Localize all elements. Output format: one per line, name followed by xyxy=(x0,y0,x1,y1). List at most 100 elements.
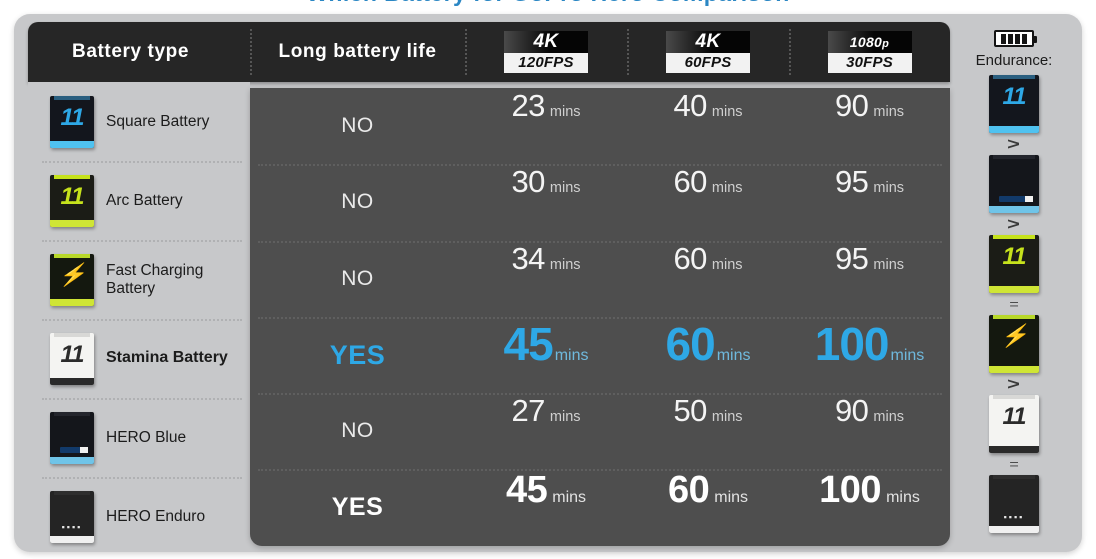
unit-label: mins xyxy=(552,489,587,507)
unit-label: mins xyxy=(711,409,743,426)
cell-1080p30: 100 mins xyxy=(789,317,950,393)
sidebar-label-fast-charging-battery: Fast Charging Battery xyxy=(106,261,204,297)
cell-long-life: NO xyxy=(250,241,465,317)
battery-square-blue-icon: 11 xyxy=(50,95,94,148)
cell-1080p30: 90 mins xyxy=(789,88,950,164)
table-row-highlighted: YES 45 mins 60 mins 100 mins xyxy=(250,316,950,393)
battery-full-icon xyxy=(994,30,1037,47)
unit-label: mins xyxy=(554,346,589,364)
header-label-long-battery-life: Long battery life xyxy=(278,41,437,62)
unit-label: mins xyxy=(549,256,581,273)
battery-glyph: 11 xyxy=(60,103,85,131)
header-cell-battery-type: Battery type xyxy=(28,22,250,82)
sidebar-item-fast-charging-battery[interactable]: ⚡ Fast Charging Battery xyxy=(28,240,250,319)
value-1080p30: 90 xyxy=(834,88,869,123)
battery-square-blue-icon: 11 xyxy=(989,75,1039,133)
value-long-life: NO xyxy=(341,190,374,214)
unit-label: mins xyxy=(711,180,743,197)
endurance-separator: = xyxy=(1009,294,1019,314)
unit-label: mins xyxy=(873,180,905,197)
cell-long-life: NO xyxy=(250,88,465,164)
value-1080p30: 100 xyxy=(814,317,890,370)
sidebar-item-hero-enduro[interactable]: ▪▪▪▪ HERO Enduro xyxy=(28,477,250,556)
cell-4k120: 45 mins xyxy=(465,317,627,393)
sidebar-label-hero-enduro: HERO Enduro xyxy=(106,507,206,525)
header-cell-long-battery-life: Long battery life xyxy=(250,22,465,82)
sidebar-label-hero-blue: HERO Blue xyxy=(106,428,187,446)
cell-long-life: YES xyxy=(250,469,465,545)
unit-label: mins xyxy=(549,409,581,426)
table-row: NO 27 mins 50 mins 90 mins xyxy=(250,393,950,469)
value-4k120: 30 xyxy=(511,164,545,200)
badge-1080p-30fps: 1080p 30FPS xyxy=(827,31,912,73)
cell-4k60: 60 mins xyxy=(627,469,789,545)
page-title: Which Battery for GoPro Hero Comparison xyxy=(0,0,1096,6)
endurance-separator: ∧ xyxy=(1003,137,1025,151)
value-1080p30: 100 xyxy=(819,469,882,512)
battery-fast-charging-green-icon: ⚡ xyxy=(50,253,94,306)
header-cell-1080p-30fps: 1080p 30FPS xyxy=(789,22,950,82)
battery-glyph: 11 xyxy=(1002,403,1027,430)
battery-hero-enduro-icon: ▪▪▪▪ xyxy=(50,490,94,543)
battery-stamina-white-icon: 11 xyxy=(50,332,94,385)
cell-4k120: 23 mins xyxy=(465,88,627,164)
unit-label: mins xyxy=(716,346,751,364)
sidebar-item-square-battery[interactable]: 11 Square Battery xyxy=(28,82,250,161)
sidebar-label-square-battery: Square Battery xyxy=(106,112,210,130)
battery-hero-enduro-icon: ▪▪▪▪ xyxy=(989,475,1039,533)
unit-label: mins xyxy=(711,256,743,273)
battery-hero-blue-icon xyxy=(989,155,1039,213)
value-long-life: YES xyxy=(331,493,384,522)
value-long-life: YES xyxy=(329,339,386,370)
table-row: NO 34 mins 60 mins 95 mins xyxy=(250,240,950,317)
badge-4k-60fps: 4K 60FPS xyxy=(666,31,750,73)
cell-1080p30: 95 mins xyxy=(789,241,950,317)
header-label-battery-type: Battery type xyxy=(72,41,190,62)
battery-glyph: 11 xyxy=(60,340,85,368)
table-header: Battery type Long battery life 4K 120FPS… xyxy=(28,22,950,82)
table-row: NO 30 mins 60 mins 95 mins xyxy=(250,164,950,240)
badge-fps-60: 60FPS xyxy=(666,53,750,73)
sidebar-item-arc-battery[interactable]: 11 Arc Battery xyxy=(28,161,250,240)
cell-long-life: NO xyxy=(250,393,465,469)
endurance-stack: 11 ∧ ∧ 11 = ⚡ ∧ 11 = ▪▪▪▪ xyxy=(989,75,1039,533)
badge-resolution-4k-60: 4K xyxy=(666,31,750,53)
endurance-ranking-column: Endurance: 11 ∧ ∧ 11 = ⚡ ∧ 11 = ▪▪▪▪ xyxy=(958,22,1070,546)
value-4k60: 60 xyxy=(665,317,716,370)
badge-resolution-1080p: 1080p xyxy=(827,31,912,53)
sidebar-item-hero-blue[interactable]: HERO Blue xyxy=(28,398,250,477)
sidebar-item-stamina-battery[interactable]: 11 Stamina Battery xyxy=(28,319,250,398)
table-row-bold: YES 45 mins 60 mins 100 mins xyxy=(250,469,950,545)
value-long-life: NO xyxy=(341,419,374,443)
badge-resolution-4k-120: 4K xyxy=(504,31,588,53)
cell-4k120: 30 mins xyxy=(465,164,627,240)
header-cell-4k-120fps: 4K 120FPS xyxy=(465,22,627,82)
sidebar-label-arc-battery: Arc Battery xyxy=(106,191,183,209)
unit-label: mins xyxy=(890,346,925,364)
comparison-infographic: Which Battery for GoPro Hero Comparison … xyxy=(0,0,1096,559)
unit-label: mins xyxy=(549,104,581,120)
battery-glyph: ⚡ xyxy=(58,261,86,287)
unit-label: mins xyxy=(711,104,743,120)
header-cell-4k-60fps: 4K 60FPS xyxy=(627,22,789,82)
badge-1080-number: 1080 xyxy=(849,34,883,50)
value-4k60: 50 xyxy=(673,393,707,429)
battery-list-sidebar: 11 Square Battery 11 Arc Battery ⚡ Fast … xyxy=(28,82,250,543)
value-4k120: 23 xyxy=(511,88,545,123)
badge-4k-120fps: 4K 120FPS xyxy=(504,31,588,73)
cell-long-life: YES xyxy=(250,317,465,393)
cell-1080p30: 95 mins xyxy=(789,164,950,240)
badge-fps-30: 30FPS xyxy=(827,53,912,73)
battery-hero-blue-icon xyxy=(50,411,94,464)
battery-arc-yellow-icon: 11 xyxy=(989,235,1039,293)
battery-stamina-white-icon: 11 xyxy=(989,395,1039,453)
value-4k120: 45 xyxy=(505,469,548,512)
unit-label: mins xyxy=(873,409,905,426)
unit-label: mins xyxy=(549,180,581,197)
badge-1080-suffix: p xyxy=(882,38,890,50)
battery-glyph: 11 xyxy=(60,182,85,210)
value-long-life: NO xyxy=(341,266,374,290)
cell-1080p30: 90 mins xyxy=(789,393,950,469)
unit-label: mins xyxy=(873,256,905,273)
badge-fps-120: 120FPS xyxy=(504,53,588,73)
